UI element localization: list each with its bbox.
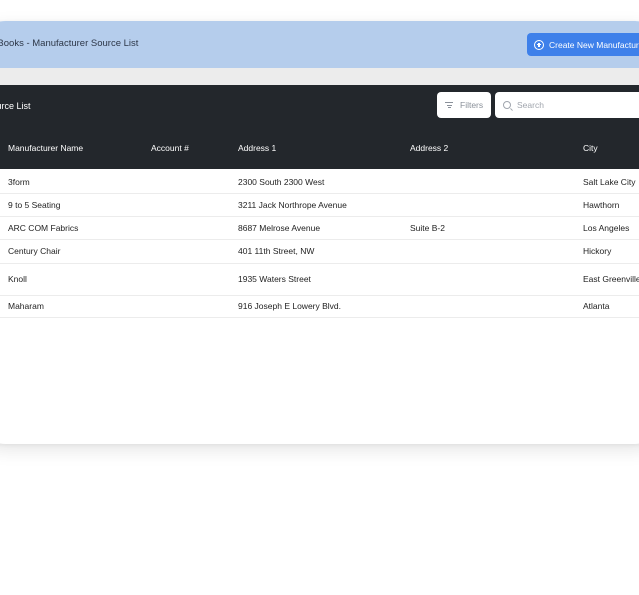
table-row[interactable]: Knoll 1935 Waters Street East Greenville	[0, 263, 639, 296]
search-input[interactable]	[517, 100, 639, 110]
table-row[interactable]: 9 to 5 Seating 3211 Jack Northrope Avenu…	[0, 193, 639, 217]
cell-manufacturer-name: Knoll	[8, 274, 27, 284]
table-row[interactable]: Maharam 916 Joseph E Lowery Blvd. Atlant…	[0, 295, 639, 318]
cell-address-2: Suite B-2	[410, 223, 445, 233]
column-header-address-1[interactable]: Address 1	[238, 143, 276, 153]
search-icon	[503, 101, 511, 109]
cell-city: Hawthorn	[583, 200, 620, 210]
plus-circle-icon	[534, 39, 544, 50]
cell-address-1: 1935 Waters Street	[238, 274, 311, 284]
cell-address-1: 2300 South 2300 West	[238, 177, 325, 187]
cell-manufacturer-name: Century Chair	[8, 246, 61, 256]
cell-city: Atlanta	[583, 301, 610, 311]
cell-address-1: 8687 Melrose Avenue	[238, 223, 321, 233]
cell-city: Los Angeles	[583, 223, 630, 233]
cell-address-1: 3211 Jack Northrope Avenue	[238, 200, 347, 210]
filters-label: Filters	[460, 100, 484, 110]
filter-icon	[445, 102, 453, 108]
table-row[interactable]: ARC COM Fabrics 8687 Melrose Avenue Suit…	[0, 216, 639, 240]
cell-city: East Greenville	[583, 274, 639, 284]
cell-manufacturer-name: ARC COM Fabrics	[8, 223, 79, 233]
create-manufacturer-button[interactable]: Create New Manufacturer	[527, 33, 639, 56]
create-manufacturer-label: Create New Manufacturer	[549, 39, 639, 50]
cell-city: Hickory	[583, 246, 612, 256]
app-window: ess Books - Manufacturer Source List Cre…	[0, 21, 639, 444]
column-header-manufacturer-name[interactable]: Manufacturer Name	[8, 143, 83, 153]
top-bar: ess Books - Manufacturer Source List Cre…	[0, 21, 639, 68]
cell-manufacturer-name: Maharam	[8, 301, 44, 311]
toolbar-strip	[0, 68, 639, 85]
cell-city: Salt Lake City	[583, 177, 636, 187]
table-row[interactable]: 3form 2300 South 2300 West Salt Lake Cit…	[0, 169, 639, 194]
column-header-address-2[interactable]: Address 2	[410, 143, 448, 153]
page-title: ess Books - Manufacturer Source List	[0, 38, 139, 49]
column-header-account[interactable]: Account #	[151, 143, 189, 153]
cell-manufacturer-name: 9 to 5 Seating	[8, 200, 61, 210]
cell-address-1: 916 Joseph E Lowery Blvd.	[238, 301, 342, 311]
filters-button[interactable]: Filters	[437, 92, 491, 118]
search-box[interactable]	[495, 92, 639, 118]
table-row[interactable]: Century Chair 401 11th Street, NW Hickor…	[0, 239, 639, 264]
table-header-panel: r Source List Filters Manufacturer Name …	[0, 85, 639, 169]
cell-address-1: 401 11th Street, NW	[238, 246, 315, 256]
cell-manufacturer-name: 3form	[8, 177, 30, 187]
section-title: r Source List	[0, 101, 31, 111]
column-header-city[interactable]: City	[583, 143, 598, 153]
